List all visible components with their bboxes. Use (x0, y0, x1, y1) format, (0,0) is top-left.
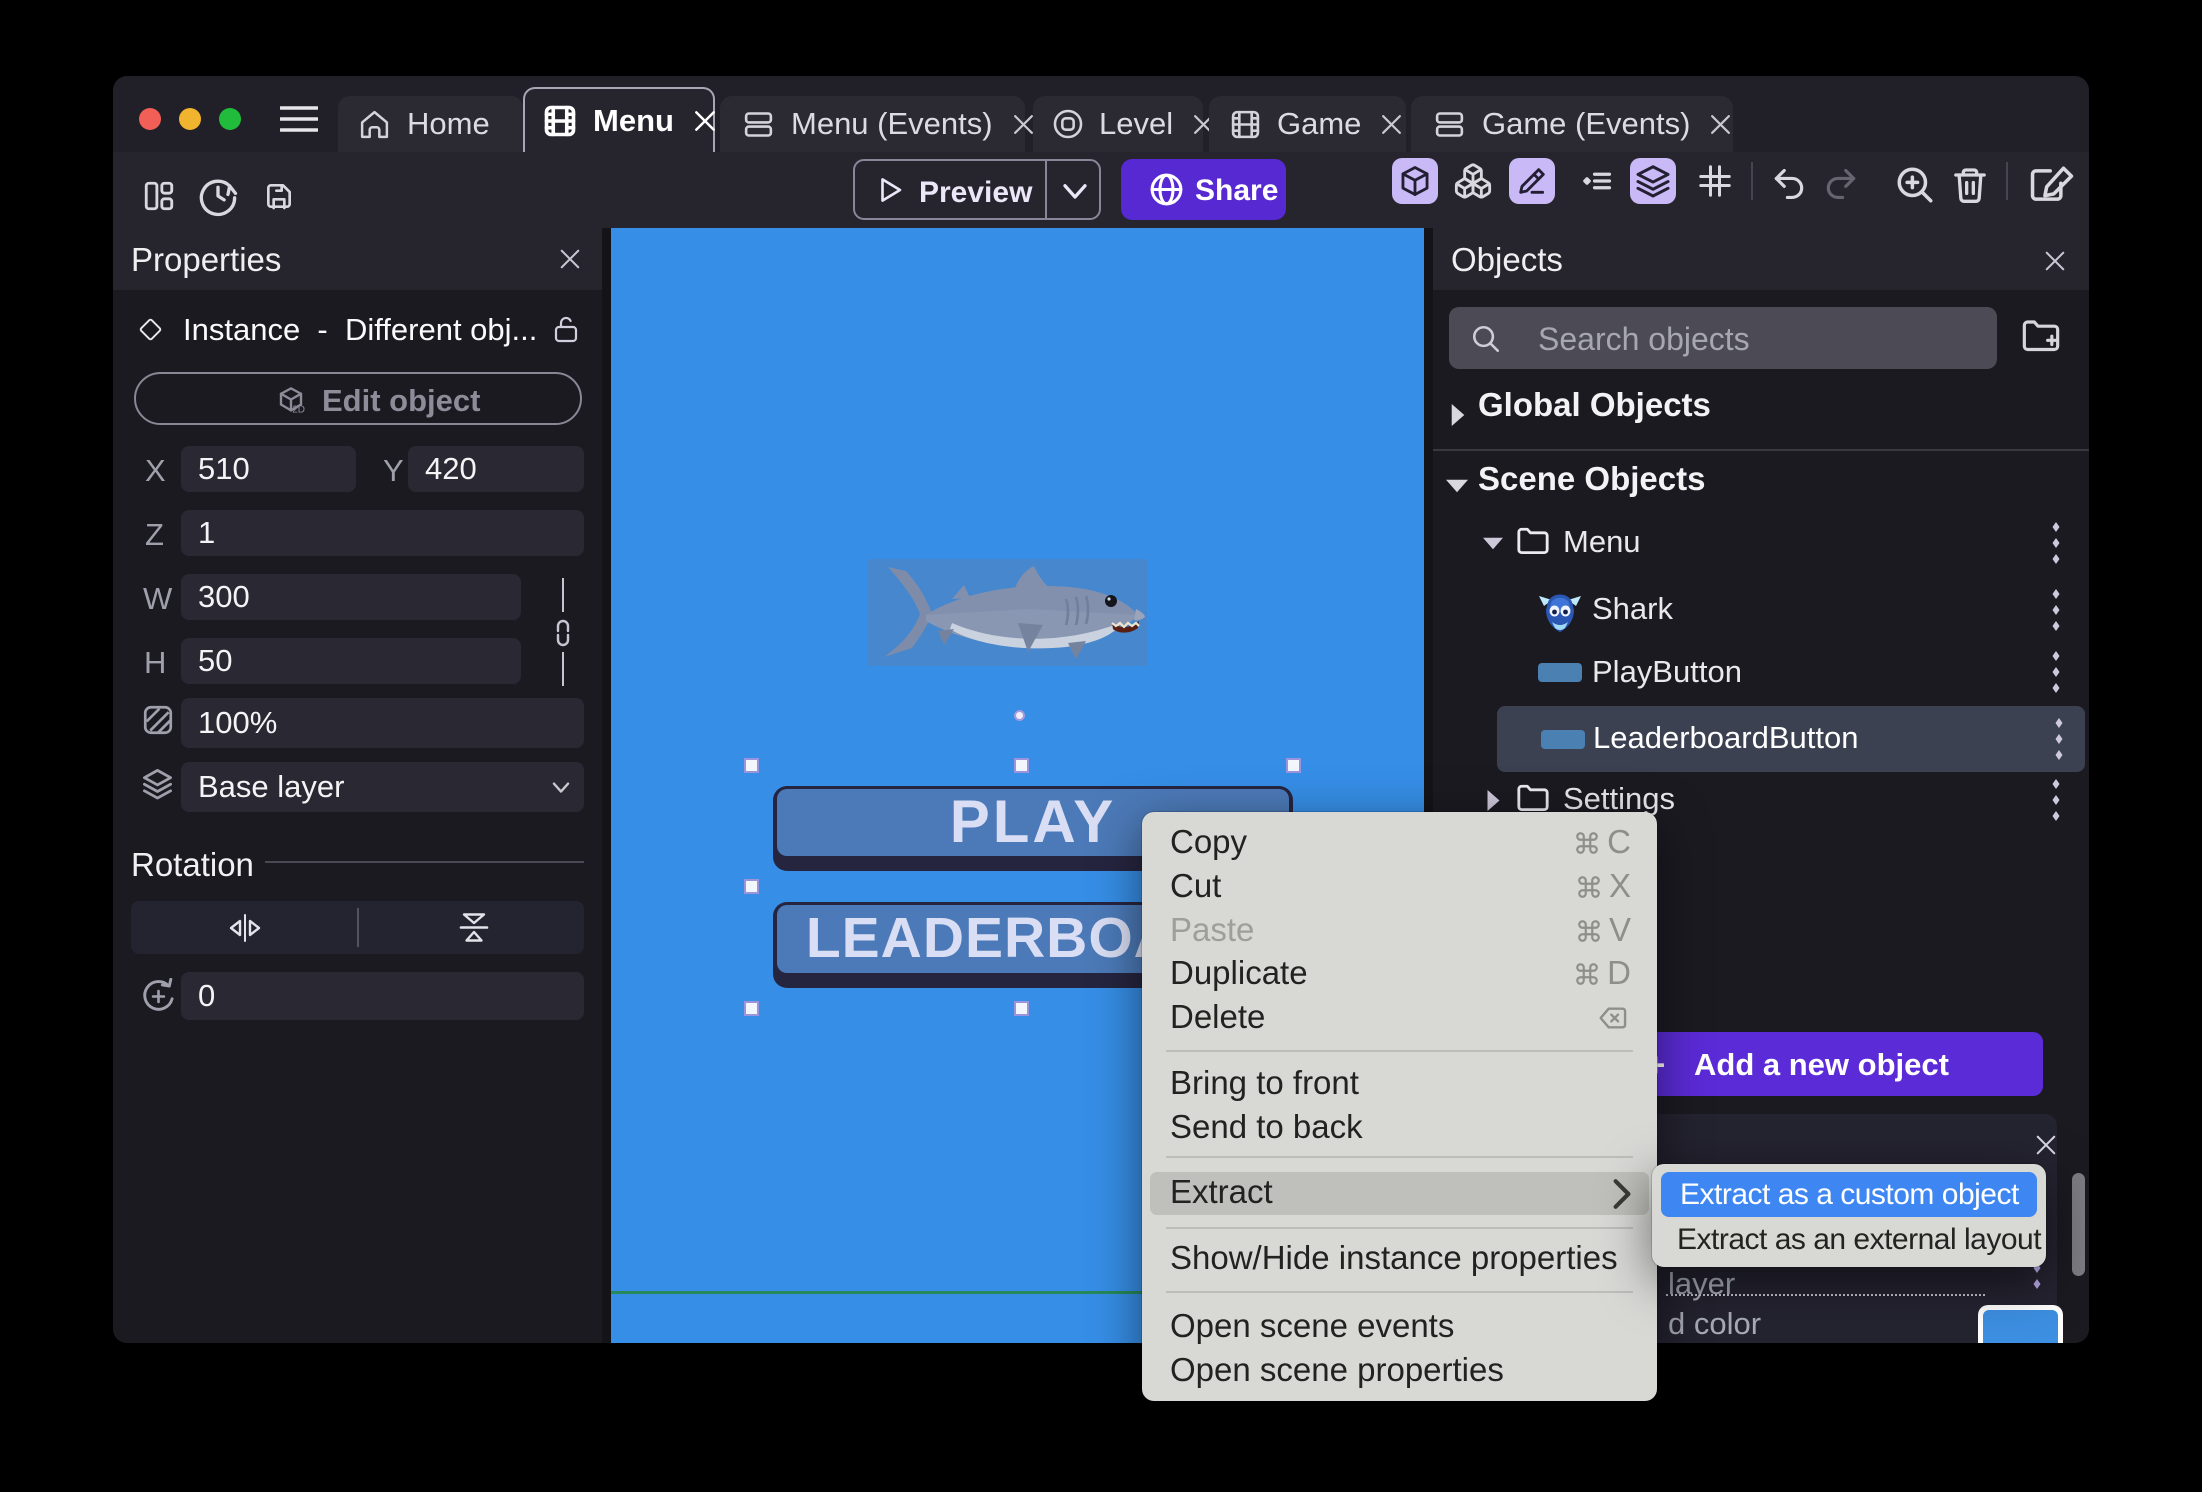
svg-text:2D: 2D (292, 405, 305, 416)
